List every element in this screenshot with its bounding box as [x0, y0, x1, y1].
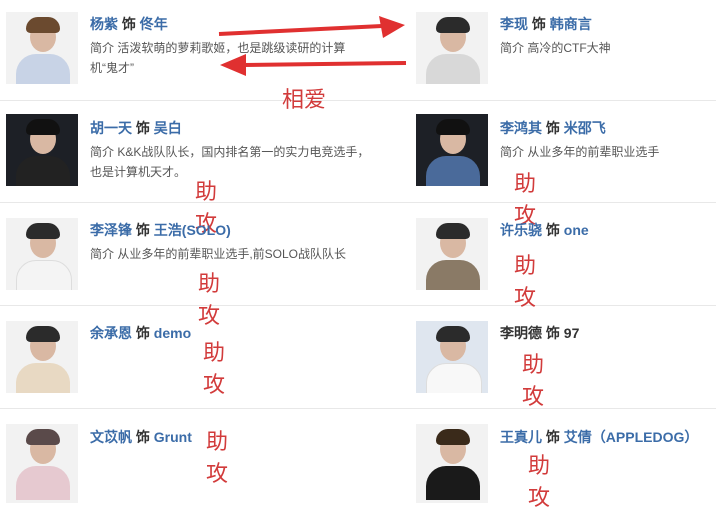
cast-row-1: 杨紫 饰 佟年 简介 活泼软萌的萝莉歌姬，也是跳级读研的计算 机“鬼才” 李现 饰…: [0, 0, 716, 113]
assist-label: 助攻: [514, 254, 537, 311]
actor-intro: 简介 从业多年的前辈职业选手: [500, 145, 660, 159]
actor-name: 余承恩 饰 demo: [90, 325, 192, 341]
actor-photo: [6, 218, 78, 290]
right-arrow-icon: [218, 16, 405, 38]
actor-name: 文苡帆 饰 Grunt: [90, 429, 192, 445]
actor-photo: [416, 424, 488, 503]
actor-name: 李泽锋 饰 王浩(SOLO): [90, 222, 231, 238]
assist-label: 助攻: [528, 454, 551, 511]
cast-row-2: 胡一天 饰 吴白 简介 K&K战队队长，国内排名第一的实力电竞选手， 也是计算机天…: [0, 100, 716, 237]
assist-label: 助攻: [206, 430, 229, 487]
actor-name: 李明德 饰 97: [500, 325, 580, 341]
cast-row-3: 李泽锋 饰 王浩(SOLO) 简介 从业多年的前辈职业选手,前SOLO战队队长 …: [0, 202, 716, 329]
actor-name: 王真儿 饰 艾倩（APPLEDOG）: [500, 429, 699, 445]
actor-photo: [6, 12, 78, 84]
left-arrow-icon: [220, 54, 407, 76]
assist-label: 助攻: [203, 341, 226, 398]
actor-name: 李鸿其 饰 米邵飞: [500, 120, 606, 136]
actor-intro: 简介 K&K战队队长，国内排名第一的实力电竞选手， 也是计算机天才。: [90, 145, 370, 179]
actor-intro: 简介 从业多年的前辈职业选手,前SOLO战队队长: [90, 247, 347, 261]
actor-photo: [6, 424, 78, 503]
cast-row-5: 文苡帆 饰 Grunt 助攻 王真儿 饰 艾倩（APPLEDOG） 助攻: [0, 408, 716, 511]
actor-photo: [416, 114, 488, 186]
actor-name: 许乐骁 饰 one: [500, 222, 589, 238]
actor-name: 李现 饰 韩商言: [500, 16, 592, 32]
actor-photo: [6, 321, 78, 393]
actor-photo: [6, 114, 78, 186]
actor-name: 胡一天 饰 吴白: [90, 120, 182, 136]
actor-photo: [416, 218, 488, 290]
actor-photo: [416, 12, 488, 84]
assist-label: 助攻: [522, 353, 545, 410]
cast-row-4: 余承恩 饰 demo 助攻 李明德 饰 97 助攻: [0, 305, 716, 410]
actor-intro: 简介 高冷的CTF大神: [500, 41, 611, 55]
actor-photo: [416, 321, 488, 393]
actor-name: 杨紫 饰 佟年: [90, 16, 168, 32]
